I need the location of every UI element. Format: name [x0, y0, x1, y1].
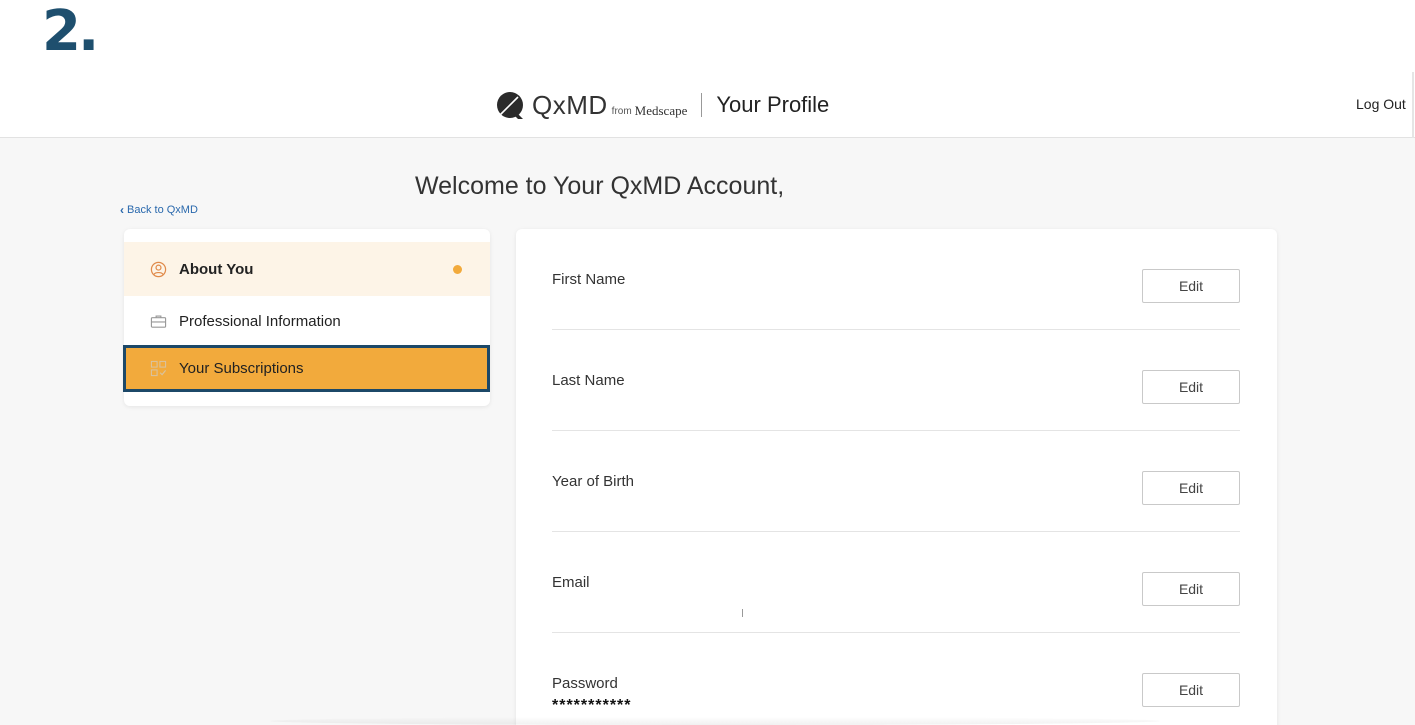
- field-row-password: Password *********** Edit: [552, 633, 1240, 725]
- back-link-label: Back to QxMD: [127, 204, 198, 216]
- field-row-first-name: First Name Edit: [552, 229, 1240, 330]
- field-label: Last Name: [552, 372, 625, 389]
- sidebar-item-your-subscriptions[interactable]: Your Subscriptions: [123, 345, 490, 392]
- qxmd-logo-icon: [497, 92, 523, 119]
- logo-from-text: from: [611, 105, 632, 117]
- field-label: First Name: [552, 271, 626, 288]
- bottom-shadow: [270, 717, 1160, 725]
- header-right-divider: [1412, 72, 1414, 138]
- subscriptions-grid-icon: [150, 360, 167, 377]
- brand: QxMD from Medscape Your Profile: [496, 88, 829, 122]
- field-row-year-of-birth: Year of Birth Edit: [552, 431, 1240, 532]
- back-to-qxmd-link[interactable]: ‹ Back to QxMD: [120, 204, 198, 216]
- sidebar-item-label: Professional Information: [179, 312, 341, 330]
- chevron-left-icon: ‹: [120, 203, 124, 217]
- field-row-last-name: Last Name Edit: [552, 330, 1240, 431]
- edit-year-of-birth-button[interactable]: Edit: [1142, 471, 1240, 505]
- sidebar-item-professional-information[interactable]: Professional Information: [124, 296, 490, 346]
- field-row-email: Email Edit: [552, 532, 1240, 633]
- top-navigation-bar: QxMD from Medscape Your Profile Log Out: [0, 72, 1415, 138]
- sidebar-item-about-you[interactable]: About You: [124, 242, 490, 296]
- edit-password-button[interactable]: Edit: [1142, 673, 1240, 707]
- logo-partner-text: Medscape: [634, 103, 688, 118]
- sidebar-item-label: About You: [179, 260, 254, 278]
- logo-text: QxMD: [532, 89, 608, 120]
- profile-sidebar: About You Professional Information Your …: [123, 229, 490, 406]
- password-masked-value: ***********: [552, 697, 632, 714]
- step-banner: 2.: [0, 0, 1415, 72]
- page-title: Your Profile: [716, 92, 830, 117]
- edit-email-button[interactable]: Edit: [1142, 572, 1240, 606]
- field-label: Year of Birth: [552, 473, 634, 490]
- status-dot: [453, 264, 462, 274]
- brand-divider: [701, 93, 703, 117]
- step-number: 2.: [42, 0, 99, 64]
- welcome-heading: Welcome to Your QxMD Account,: [415, 172, 785, 200]
- edit-last-name-button[interactable]: Edit: [1142, 370, 1240, 404]
- edit-first-name-button[interactable]: Edit: [1142, 269, 1240, 303]
- text-caret: [742, 609, 743, 617]
- logout-link[interactable]: Log Out: [1356, 96, 1406, 112]
- sidebar-item-label: Your Subscriptions: [179, 360, 304, 377]
- field-label: Password: [552, 675, 618, 692]
- briefcase-icon: [150, 314, 167, 328]
- field-label: Email: [552, 574, 590, 591]
- person-circle-icon: [150, 261, 167, 277]
- about-you-form: First Name Edit Last Name Edit Year of B…: [516, 229, 1277, 725]
